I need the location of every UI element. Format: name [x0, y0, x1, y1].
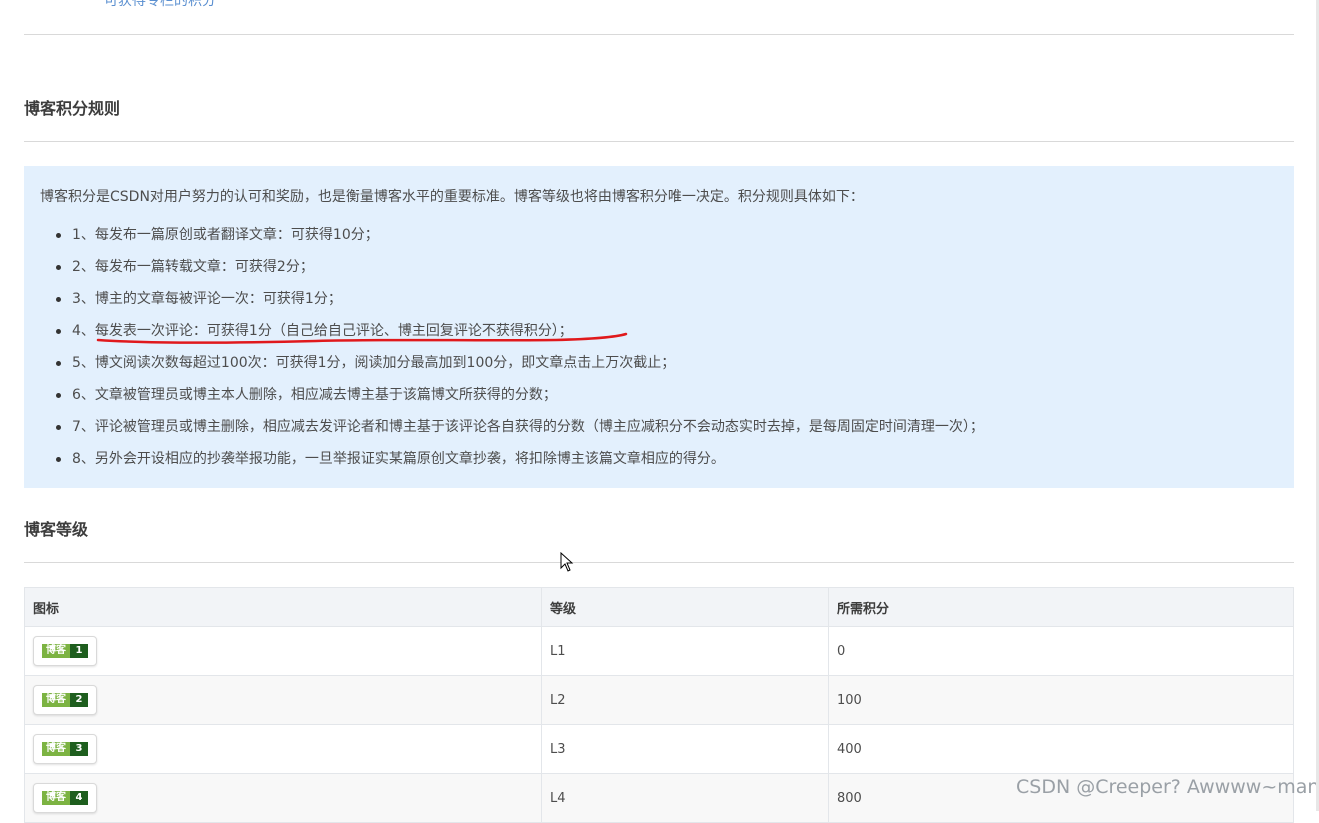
blog-level-badge: 博客 1 [33, 636, 97, 666]
divider [24, 141, 1294, 142]
rule-item: 7、评论被管理员或博主删除，相应减去发评论者和博主基于该评论各自获得的分数（博主… [48, 414, 984, 446]
level-cell: L3 [541, 724, 829, 774]
badge-number: 4 [70, 791, 88, 805]
badge-number: 2 [70, 693, 88, 707]
table-header-row: 图标 等级 所需积分 [24, 587, 1294, 627]
points-cell: 0 [828, 626, 1294, 676]
divider [24, 562, 1294, 563]
rule-item: 8、另外会开设相应的抄袭举报功能，一旦举报证实某篇原创文章抄袭，将扣除博主该篇文… [48, 446, 984, 478]
icon-cell: 博客 4 [24, 773, 542, 823]
rule-item: 3、博主的文章每被评论一次：可获得1分； [48, 286, 984, 318]
table-row: 博客 3 L3 400 [24, 724, 1294, 774]
header-points: 所需积分 [828, 587, 1294, 627]
badge-label: 博客 [42, 644, 70, 658]
blog-level-badge: 博客 2 [33, 685, 97, 715]
badge-number: 3 [70, 742, 88, 756]
table-row: 博客 2 L2 100 [24, 675, 1294, 725]
rule-item: 6、文章被管理员或博主本人删除，相应减去博主基于该篇博文所获得的分数； [48, 382, 984, 414]
badge-number: 1 [70, 644, 88, 658]
icon-cell: 博客 2 [24, 675, 542, 725]
blog-level-heading: 博客等级 [24, 520, 89, 539]
icon-cell: 博客 1 [24, 626, 542, 676]
header-icon: 图标 [24, 587, 542, 627]
header-level: 等级 [541, 587, 829, 627]
watermark: CSDN @Creeper? Awwww~man! [1016, 776, 1319, 798]
table-row: 博客 1 L1 0 [24, 626, 1294, 676]
score-rules-heading: 博客积分规则 [24, 99, 121, 118]
level-cell: L1 [541, 626, 829, 676]
rule-item: 2、每发布一篇转载文章：可获得2分； [48, 254, 984, 286]
icon-cell: 博客 3 [24, 724, 542, 774]
points-cell: 400 [828, 724, 1294, 774]
level-cell: L2 [541, 675, 829, 725]
badge-label: 博客 [42, 742, 70, 756]
score-rules-list: 1、每发布一篇原创或者翻译文章：可获得10分； 2、每发布一篇转载文章：可获得2… [48, 222, 984, 478]
divider [24, 34, 1294, 35]
mouse-cursor-icon [560, 552, 574, 572]
rule-item: 4、每发表一次评论：可获得1分（自己给自己评论、博主回复评论不获得积分）； [48, 318, 984, 350]
score-rules-box: 博客积分是CSDN对用户努力的认可和奖励，也是衡量博客水平的重要标准。博客等级也… [24, 166, 1294, 488]
badge-label: 博客 [42, 791, 70, 805]
points-cell: 100 [828, 675, 1294, 725]
rule-item: 5、博文阅读次数每超过100次：可获得1分，阅读加分最高加到100分，即文章点击… [48, 350, 984, 382]
badge-label: 博客 [42, 693, 70, 707]
blog-level-badge: 博客 3 [33, 734, 97, 764]
score-rules-intro: 博客积分是CSDN对用户努力的认可和奖励，也是衡量博客水平的重要标准。博客等级也… [40, 189, 864, 205]
rule-item: 1、每发布一篇原创或者翻译文章：可获得10分； [48, 222, 984, 254]
level-cell: L4 [541, 773, 829, 823]
blog-level-badge: 博客 4 [33, 783, 97, 813]
top-partial-link[interactable]: 可获得专栏的积分 [104, 0, 216, 10]
